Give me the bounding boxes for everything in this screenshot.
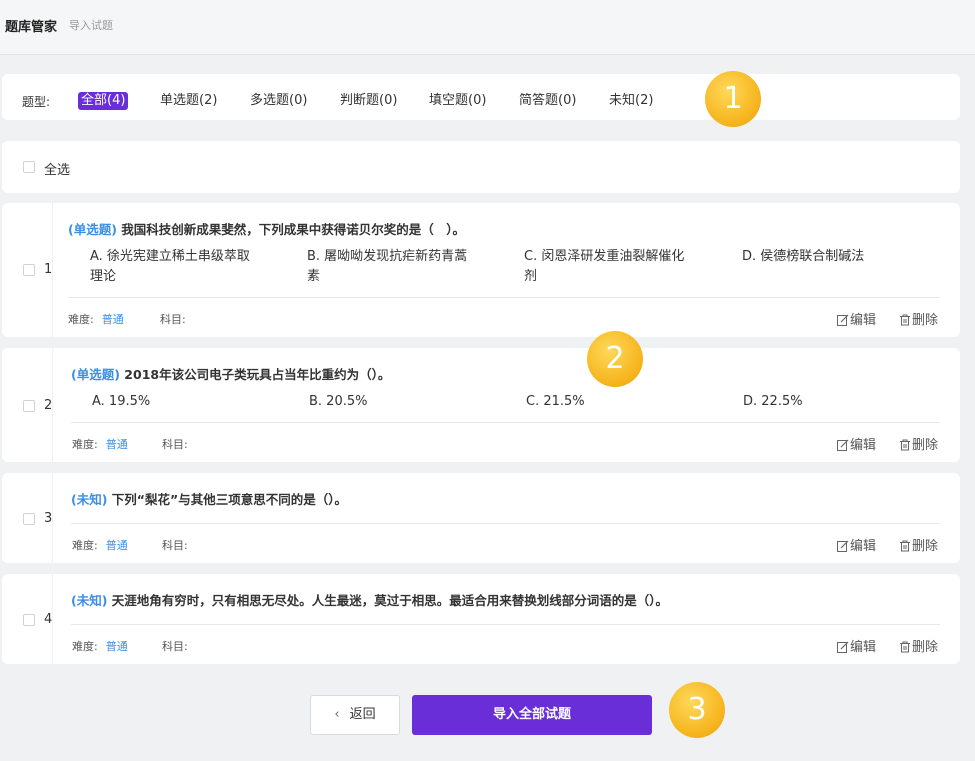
- select-all-checkbox[interactable]: [23, 161, 35, 173]
- question-checkbox[interactable]: [23, 400, 35, 412]
- edit-icon: [837, 540, 849, 552]
- tab-true-false[interactable]: 判断题(0): [337, 93, 400, 109]
- option-b: B. 20.5%: [309, 394, 368, 409]
- question-card-1: 1 (单选题) 我国科技创新成果斐然，下列成果中获得诺贝尔奖的是（ ）。 A. …: [2, 203, 960, 337]
- separator: [71, 624, 940, 625]
- question-number: 2: [44, 398, 53, 413]
- tab-fill-blank[interactable]: 填空题(0): [426, 93, 489, 109]
- filter-label: 题型:: [22, 95, 51, 109]
- subject-label: 科目:: [162, 539, 188, 552]
- import-all-button[interactable]: 导入全部试题: [412, 695, 652, 735]
- question-checkbox[interactable]: [23, 264, 35, 276]
- question-text: 下列“梨花”与其他三项意思不同的是（）。: [111, 492, 347, 507]
- select-all-bar: 全选: [2, 141, 960, 193]
- breadcrumb: 导入试题: [69, 19, 113, 32]
- question-text: 天涯地角有穷时，只有相思无尽处。人生最迷，莫过于相思。最适合用来替换划线部分词语…: [111, 593, 669, 608]
- delete-button[interactable]: 删除: [899, 636, 938, 655]
- question-number: 1: [44, 262, 53, 277]
- difficulty: 难度: 普通: [72, 438, 128, 451]
- step-badge-3: 3: [669, 682, 725, 738]
- trash-icon: [900, 439, 910, 451]
- delete-button[interactable]: 删除: [899, 535, 938, 554]
- edit-icon: [837, 314, 849, 326]
- difficulty: 难度: 普通: [72, 539, 128, 552]
- edit-button[interactable]: 编辑: [837, 636, 876, 655]
- question-type: (单选题): [68, 222, 117, 237]
- select-all-label[interactable]: 全选: [44, 159, 70, 178]
- edit-icon: [837, 641, 849, 653]
- question-type: (未知): [71, 593, 108, 608]
- subject-label: 科目:: [160, 313, 186, 326]
- question-stem: (未知) 天涯地角有穷时，只有相思无尽处。人生最迷，莫过于相思。最适合用来替换划…: [71, 590, 668, 609]
- trash-icon: [900, 540, 910, 552]
- edit-button[interactable]: 编辑: [837, 535, 876, 554]
- trash-icon: [900, 641, 910, 653]
- edit-button[interactable]: 编辑: [837, 309, 876, 328]
- option-d: D. 22.5%: [743, 394, 803, 409]
- option-c: C. 闵恩泽研发重油裂解催化剂: [524, 249, 685, 284]
- back-button[interactable]: ‹ 返回: [310, 695, 400, 735]
- step-badge-2: 2: [587, 331, 643, 387]
- separator: [68, 297, 940, 298]
- tab-all[interactable]: 全部(4): [78, 92, 129, 110]
- tab-multi-choice[interactable]: 多选题(0): [247, 93, 310, 109]
- difficulty: 难度: 普通: [72, 640, 128, 653]
- chevron-left-icon: ‹: [334, 707, 340, 722]
- separator: [71, 422, 940, 423]
- tab-single-choice[interactable]: 单选题(2): [157, 93, 220, 109]
- app-title: 题库管家: [5, 20, 58, 35]
- option-a: A. 19.5%: [92, 394, 151, 409]
- question-checkbox[interactable]: [23, 513, 35, 525]
- question-text: 我国科技创新成果斐然，下列成果中获得诺贝尔奖的是（ ）。: [121, 222, 466, 237]
- question-stem: (未知) 下列“梨花”与其他三项意思不同的是（）。: [71, 489, 347, 508]
- step-badge-1: 1: [705, 71, 761, 127]
- question-stem: (单选题) 我国科技创新成果斐然，下列成果中获得诺贝尔奖的是（ ）。: [68, 219, 465, 238]
- question-checkbox[interactable]: [23, 614, 35, 626]
- trash-icon: [900, 314, 910, 326]
- top-bar: 题库管家 导入试题: [0, 0, 975, 55]
- tab-unknown[interactable]: 未知(2): [606, 93, 656, 109]
- type-filter-bar: 题型: 全部(4) 单选题(2) 多选题(0) 判断题(0) 填空题(0) 简答…: [2, 74, 960, 120]
- question-number: 4: [44, 612, 53, 627]
- subject-label: 科目:: [162, 640, 188, 653]
- option-c: C. 21.5%: [526, 394, 585, 409]
- option-b: B. 屠呦呦发现抗疟新药青蒿素: [307, 249, 468, 284]
- edit-button[interactable]: 编辑: [837, 434, 876, 453]
- tab-short-answer[interactable]: 简答题(0): [516, 93, 579, 109]
- question-type: (未知): [71, 492, 108, 507]
- question-type: (单选题): [71, 367, 120, 382]
- question-stem: (单选题) 2018年该公司电子类玩具占当年比重约为（）。: [71, 364, 390, 383]
- subject-label: 科目:: [162, 438, 188, 451]
- question-card-4: 4 (未知) 天涯地角有穷时，只有相思无尽处。人生最迷，莫过于相思。最适合用来替…: [2, 574, 960, 664]
- separator: [71, 523, 940, 524]
- question-number: 3: [44, 511, 53, 526]
- question-card-3: 3 (未知) 下列“梨花”与其他三项意思不同的是（）。 难度: 普通 科目: 编辑…: [2, 473, 960, 563]
- question-text: 2018年该公司电子类玩具占当年比重约为（）。: [124, 367, 391, 382]
- edit-icon: [837, 439, 849, 451]
- difficulty: 难度: 普通: [68, 313, 124, 326]
- question-card-2: 2 (单选题) 2018年该公司电子类玩具占当年比重约为（）。 A. 19.5%…: [2, 348, 960, 462]
- delete-button[interactable]: 删除: [899, 434, 938, 453]
- option-d: D. 侯德榜联合制碱法: [742, 249, 865, 264]
- option-a: A. 徐光宪建立稀土串级萃取 理论: [90, 249, 250, 284]
- delete-button[interactable]: 删除: [899, 309, 938, 328]
